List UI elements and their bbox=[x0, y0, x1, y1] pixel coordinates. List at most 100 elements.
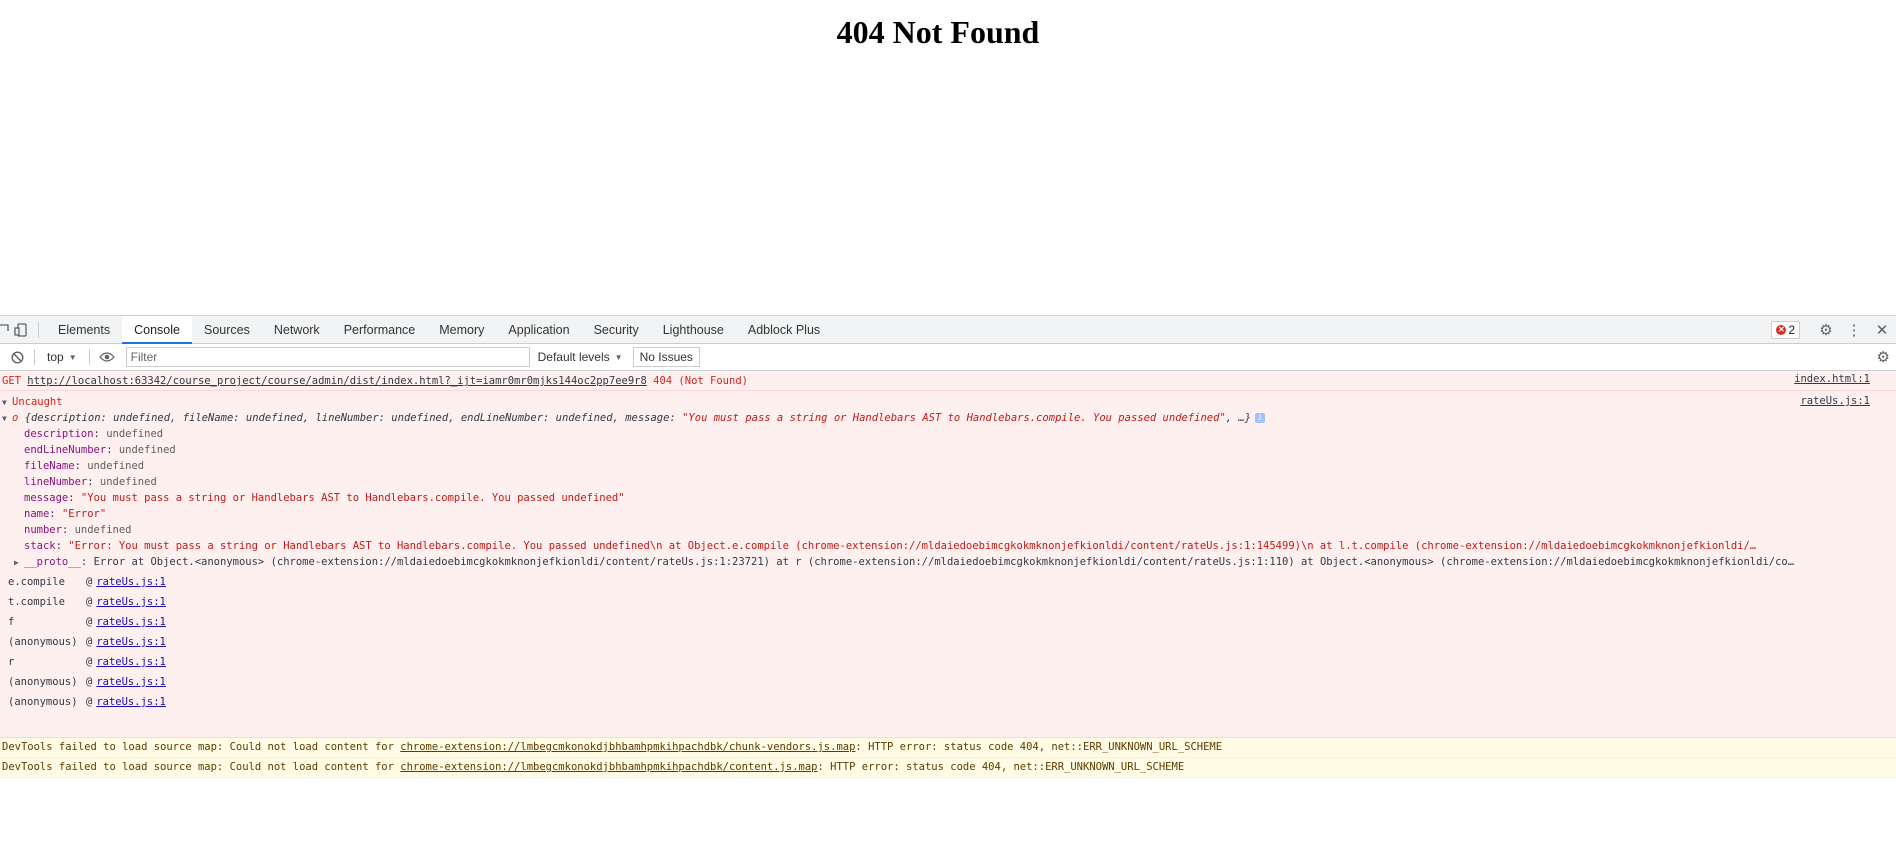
clear-console-icon[interactable] bbox=[6, 346, 28, 368]
stack-frame-row: (anonymous) @ rateUs.js:1 bbox=[0, 632, 1896, 652]
stack-frame-link[interactable]: rateUs.js:1 bbox=[96, 596, 166, 608]
stack-frame-link[interactable]: rateUs.js:1 bbox=[96, 616, 166, 628]
chevron-down-icon: ▼ bbox=[614, 352, 623, 362]
console-warnings: DevTools failed to load source map: Coul… bbox=[0, 738, 1896, 778]
stack-frame-row: (anonymous) @ rateUs.js:1 bbox=[0, 672, 1896, 692]
warning-text: DevTools failed to load source map: Coul… bbox=[2, 761, 401, 773]
stack-frame-row: f @ rateUs.js:1 bbox=[0, 612, 1896, 632]
object-summary-message: "You must pass a string or Handlebars AS… bbox=[682, 412, 1226, 424]
tab-adblock-plus[interactable]: Adblock Plus bbox=[736, 316, 832, 344]
info-icon[interactable]: i bbox=[1255, 413, 1266, 423]
property-value: undefined bbox=[106, 428, 164, 440]
tab-elements[interactable]: Elements bbox=[46, 316, 122, 344]
stack-frame-row: t.compile @ rateUs.js:1 bbox=[0, 592, 1896, 612]
object-summary-end: , …} bbox=[1225, 412, 1252, 424]
stack-frame-function: (anonymous) bbox=[8, 636, 78, 648]
device-toolbar-icon[interactable] bbox=[10, 319, 32, 341]
tab-sources[interactable]: Sources bbox=[192, 316, 262, 344]
console-settings-gear-icon[interactable]: ⚙ bbox=[1877, 348, 1890, 366]
stack-frame-function: f bbox=[8, 616, 15, 628]
tabbar-right-actions: ✕ 2 ⚙ ⋮ ✕ bbox=[1771, 316, 1896, 344]
expand-triangle-icon[interactable]: ▶ bbox=[14, 555, 24, 570]
error-count: 2 bbox=[1788, 323, 1795, 337]
error-object-summary[interactable]: ▼ o {description: undefined, fileName: un… bbox=[0, 410, 1896, 426]
devtools-tabbar: Elements Console Sources Network Performance… bbox=[0, 315, 1896, 344]
property-key: stack bbox=[24, 540, 56, 552]
tab-lighthouse[interactable]: Lighthouse bbox=[651, 316, 736, 344]
property-value: undefined bbox=[74, 524, 132, 536]
tab-security[interactable]: Security bbox=[582, 316, 651, 344]
stack-frame-row: r @ rateUs.js:1 bbox=[0, 652, 1896, 672]
stack-frame-function: t.compile bbox=[8, 596, 65, 608]
property-row: fileName: undefined bbox=[24, 460, 145, 472]
expand-triangle-icon[interactable]: ▼ bbox=[2, 395, 12, 410]
stack-frame-link[interactable]: rateUs.js:1 bbox=[96, 656, 166, 668]
stack-frame-at: @ bbox=[86, 676, 93, 688]
property-key: message bbox=[24, 492, 69, 504]
live-expression-eye-icon[interactable] bbox=[96, 346, 118, 368]
stack-frame-function: r bbox=[8, 656, 15, 668]
filter-input[interactable] bbox=[125, 347, 530, 367]
context-selector[interactable]: top ▼ bbox=[41, 350, 83, 364]
tab-network[interactable]: Network bbox=[262, 316, 332, 344]
stack-frame-link[interactable]: rateUs.js:1 bbox=[96, 696, 166, 708]
request-status: 404 (Not Found) bbox=[653, 375, 748, 387]
stack-frame-link[interactable]: rateUs.js:1 bbox=[96, 636, 166, 648]
property-row: stack: "Error: You must pass a string or… bbox=[24, 540, 1757, 552]
error-count-badge[interactable]: ✕ 2 bbox=[1771, 321, 1800, 339]
stack-frame-row: (anonymous) @ rateUs.js:1 bbox=[0, 692, 1896, 712]
source-link[interactable]: index.html:1 bbox=[1794, 373, 1870, 385]
more-options-icon[interactable]: ⋮ bbox=[1840, 321, 1868, 339]
stack-frame-function: (anonymous) bbox=[8, 676, 78, 688]
property-row: message: "You must pass a string or Hand… bbox=[24, 492, 625, 504]
stack-frame-function: e.compile bbox=[8, 576, 65, 588]
devtools-tabs: Elements Console Sources Network Performance… bbox=[46, 315, 832, 344]
stack-frame-at: @ bbox=[86, 576, 93, 588]
request-url[interactable]: http://localhost:63342/course_project/co… bbox=[27, 375, 647, 387]
property-key: name bbox=[24, 508, 50, 520]
log-levels-value: Default levels bbox=[537, 350, 610, 364]
close-icon[interactable]: ✕ bbox=[1868, 321, 1896, 339]
property-value: "Error" bbox=[61, 508, 107, 520]
source-map-link[interactable]: chrome-extension://lmbegcmkonokdjbhbamhp… bbox=[400, 761, 817, 773]
stack-frame-link[interactable]: rateUs.js:1 bbox=[96, 576, 166, 588]
toolbar-separator bbox=[34, 349, 35, 365]
stack-frame-at: @ bbox=[86, 696, 93, 708]
proto-row[interactable]: ▶ __proto__: Error at Object.<anonymous> … bbox=[0, 554, 1896, 570]
expand-triangle-icon[interactable]: ▼ bbox=[2, 411, 12, 426]
property-key: number bbox=[24, 524, 62, 536]
proto-value: Error at Object.<anonymous> (chrome-exte… bbox=[93, 556, 1795, 568]
property-row: number: undefined bbox=[24, 524, 132, 536]
property-row: lineNumber: undefined bbox=[24, 476, 157, 488]
uncaught-header[interactable]: ▼ Uncaught bbox=[0, 394, 1896, 410]
property-key: lineNumber bbox=[24, 476, 88, 488]
issues-button[interactable]: No Issues bbox=[632, 347, 700, 367]
warning-suffix: : HTTP error: status code 404, net::ERR_… bbox=[855, 741, 1223, 753]
stack-frame-at: @ bbox=[86, 636, 93, 648]
property-value: undefined bbox=[118, 444, 176, 456]
warning-suffix: : HTTP error: status code 404, net::ERR_… bbox=[817, 761, 1185, 773]
stack-frame-link[interactable]: rateUs.js:1 bbox=[96, 676, 166, 688]
inspect-element-icon[interactable] bbox=[0, 319, 10, 341]
log-levels-dropdown[interactable]: Default levels ▼ bbox=[538, 350, 623, 364]
uncaught-label: Uncaught bbox=[12, 396, 63, 408]
context-value: top bbox=[47, 350, 64, 364]
tab-application[interactable]: Application bbox=[496, 316, 581, 344]
tab-memory[interactable]: Memory bbox=[427, 316, 496, 344]
source-link[interactable]: rateUs.js:1 bbox=[1800, 395, 1870, 407]
error-object-properties: description: undefined endLineNumber: und… bbox=[0, 426, 1896, 554]
property-value: "You must pass a string or Handlebars AS… bbox=[80, 492, 625, 504]
stack-frame-at: @ bbox=[86, 596, 93, 608]
stack-frames: e.compile @ rateUs.js:1 t.compile @ rateUs.js… bbox=[0, 572, 1896, 712]
property-row: endLineNumber: undefined bbox=[24, 444, 176, 456]
console-message-warning: DevTools failed to load source map: Coul… bbox=[0, 758, 1896, 778]
stack-frame-row: e.compile @ rateUs.js:1 bbox=[0, 572, 1896, 592]
console-toolbar: top ▼ Default levels ▼ No Issues ⚙ bbox=[0, 344, 1896, 371]
property-value: undefined bbox=[87, 460, 145, 472]
tab-performance[interactable]: Performance bbox=[332, 316, 428, 344]
tab-console[interactable]: Console bbox=[122, 315, 192, 344]
source-map-link[interactable]: chrome-extension://lmbegcmkonokdjbhbamhp… bbox=[400, 741, 855, 753]
settings-gear-icon[interactable]: ⚙ bbox=[1812, 321, 1840, 339]
stack-frame-function: (anonymous) bbox=[8, 696, 78, 708]
console-message-uncaught: rateUs.js:1 ▼ Uncaught ▼ o {description: u… bbox=[0, 391, 1896, 738]
